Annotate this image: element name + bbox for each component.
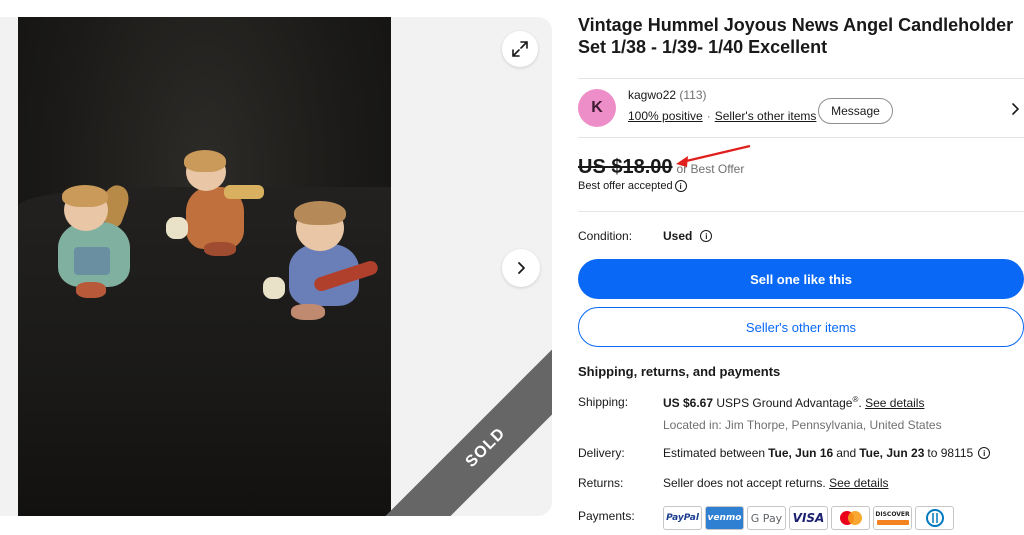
figurine-mandolin	[263, 199, 388, 329]
seller-links: 100% positive · Seller's other items ·	[628, 109, 828, 123]
product-photo[interactable]	[18, 17, 391, 516]
seller-other-items-link[interactable]: Seller's other items	[715, 109, 817, 123]
listing-page: SOLD Vintage Hummel Joyous News Angel Ca…	[0, 0, 1024, 535]
shipping-service: USPS Ground Advantage	[716, 396, 853, 410]
returns-see-details-link[interactable]: See details	[829, 476, 888, 490]
shipping-value: US $6.67 USPS Ground Advantage®. See det…	[663, 395, 924, 410]
delivery-prefix: Estimated between	[663, 446, 766, 460]
shipping-section-title: Shipping, returns, and payments	[578, 364, 781, 379]
discover-label: DISCOVER	[875, 511, 910, 518]
shipping-period: .	[858, 396, 862, 410]
expand-image-button[interactable]	[502, 31, 538, 67]
message-button[interactable]: Message	[818, 98, 893, 124]
price: US $18.00	[578, 156, 673, 178]
positive-feedback-link[interactable]: 100% positive	[628, 109, 703, 123]
expand-icon	[512, 41, 528, 57]
delivery-start: Tue, Jun 16	[768, 446, 834, 460]
seller-name[interactable]: kagwo22 (113)	[628, 88, 707, 102]
discover-stripe	[876, 520, 909, 525]
avatar[interactable]: K	[578, 89, 616, 127]
payment-methods: PayPal venmo G Pay VISA DISCOVER	[663, 506, 954, 530]
info-icon[interactable]: i	[674, 180, 687, 192]
figurine-trumpet	[166, 147, 276, 262]
image-gallery: SOLD	[0, 17, 552, 516]
condition-label: Condition:	[578, 229, 633, 243]
condition-value: Used i	[663, 229, 713, 243]
sold-ribbon: SOLD	[377, 339, 552, 516]
delivery-zip: to 98115	[927, 446, 974, 460]
delivery-value: Estimated between Tue, Jun 16 and Tue, J…	[663, 446, 991, 460]
delivery-and: and	[836, 446, 857, 460]
sell-one-like-this-button[interactable]: Sell one like this	[578, 259, 1024, 299]
offer-accepted-text: Best offer accepted	[578, 180, 673, 192]
info-icon[interactable]: i	[978, 447, 991, 459]
venmo-icon: venmo	[705, 506, 744, 530]
divider	[578, 211, 1024, 212]
offer-accepted: Best offer accepted i	[578, 180, 687, 192]
chevron-right-icon[interactable]	[1008, 102, 1022, 116]
listing-title: Vintage Hummel Joyous News Angel Candleh…	[578, 15, 1014, 57]
paypal-icon: PayPal	[663, 506, 702, 530]
shipping-price: US $6.67	[663, 396, 714, 410]
chevron-right-icon	[518, 262, 525, 274]
figurine-accordion	[46, 177, 141, 307]
returns-label: Returns:	[578, 476, 624, 490]
delivery-end: Tue, Jun 23	[859, 446, 925, 460]
shipping-see-details-link[interactable]: See details	[865, 396, 924, 410]
delivery-label: Delivery:	[578, 446, 625, 460]
returns-value: Seller does not accept returns. See deta…	[663, 476, 888, 490]
item-location: Located in: Jim Thorpe, Pennsylvania, Un…	[663, 418, 942, 432]
mastercard-icon	[831, 506, 870, 530]
separator-dot: ·	[706, 109, 711, 123]
next-image-button[interactable]	[502, 249, 540, 287]
diners-club-icon	[915, 506, 954, 530]
seller-feedback-count: (113)	[679, 88, 707, 102]
seller-username[interactable]: kagwo22	[628, 88, 676, 102]
annotation-arrow	[676, 144, 751, 167]
payments-label: Payments:	[578, 509, 635, 523]
info-icon[interactable]: i	[700, 230, 713, 242]
listing-info: Vintage Hummel Joyous News Angel Candleh…	[578, 14, 1024, 530]
discover-icon: DISCOVER	[873, 506, 912, 530]
seller-card: K kagwo22 (113) 100% positive · Seller's…	[578, 78, 1024, 138]
sellers-other-items-button[interactable]: Seller's other items	[578, 307, 1024, 347]
visa-icon: VISA	[789, 506, 828, 530]
shipping-label: Shipping:	[578, 395, 629, 409]
condition-text: Used	[663, 229, 693, 243]
sold-label: SOLD	[462, 424, 509, 471]
google-pay-icon: G Pay	[747, 506, 786, 530]
returns-text: Seller does not accept returns.	[663, 476, 826, 490]
